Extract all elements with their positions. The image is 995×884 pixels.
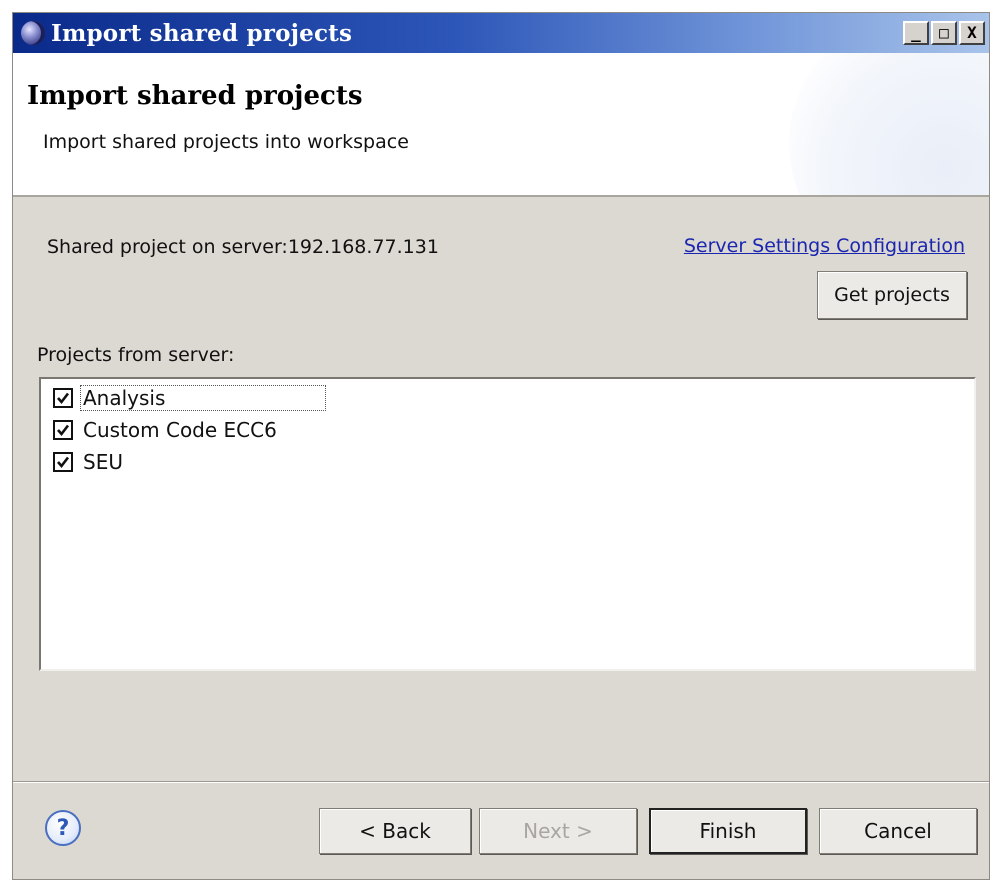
window-title: Import shared projects [51, 19, 353, 47]
project-checkbox[interactable] [53, 452, 73, 472]
page-title: Import shared projects [27, 81, 363, 111]
get-projects-button[interactable]: Get projects [817, 271, 967, 319]
checkmark-icon [57, 456, 70, 469]
page-subtitle: Import shared projects into workspace [43, 131, 409, 153]
eclipse-app-icon [21, 21, 45, 45]
header-banner-graphic [789, 53, 989, 195]
footer-divider [13, 781, 989, 783]
window-controls: _ □ X [903, 21, 985, 45]
import-dialog: Import shared projects _ □ X Import shar… [12, 12, 990, 880]
project-label: SEU [83, 450, 123, 474]
close-button[interactable]: X [959, 21, 985, 45]
project-list[interactable]: Analysis Custom Code ECC6 SEU [39, 377, 976, 671]
cancel-button[interactable]: Cancel [819, 808, 977, 854]
server-settings-link[interactable]: Server Settings Configuration [684, 235, 965, 257]
minimize-button[interactable]: _ [903, 21, 929, 45]
wizard-header: Import shared projects Import shared pro… [13, 53, 989, 197]
checkmark-icon [57, 424, 70, 437]
server-label: Shared project on server:192.168.77.131 [47, 236, 439, 258]
title-bar[interactable]: Import shared projects _ □ X [13, 13, 989, 53]
finish-button[interactable]: Finish [649, 808, 807, 854]
project-label: Analysis [79, 385, 327, 411]
back-button[interactable]: < Back [319, 808, 471, 854]
projects-label: Projects from server: [37, 344, 235, 366]
project-checkbox[interactable] [53, 420, 73, 440]
list-item[interactable]: Analysis [53, 383, 327, 413]
project-label: Custom Code ECC6 [83, 418, 277, 442]
list-item[interactable]: SEU [53, 447, 125, 477]
list-item[interactable]: Custom Code ECC6 [53, 415, 279, 445]
project-checkbox[interactable] [53, 388, 73, 408]
next-button[interactable]: Next > [479, 808, 637, 854]
question-mark-icon[interactable]: ? [45, 810, 81, 846]
checkmark-icon [57, 392, 70, 405]
maximize-button[interactable]: □ [931, 21, 957, 45]
